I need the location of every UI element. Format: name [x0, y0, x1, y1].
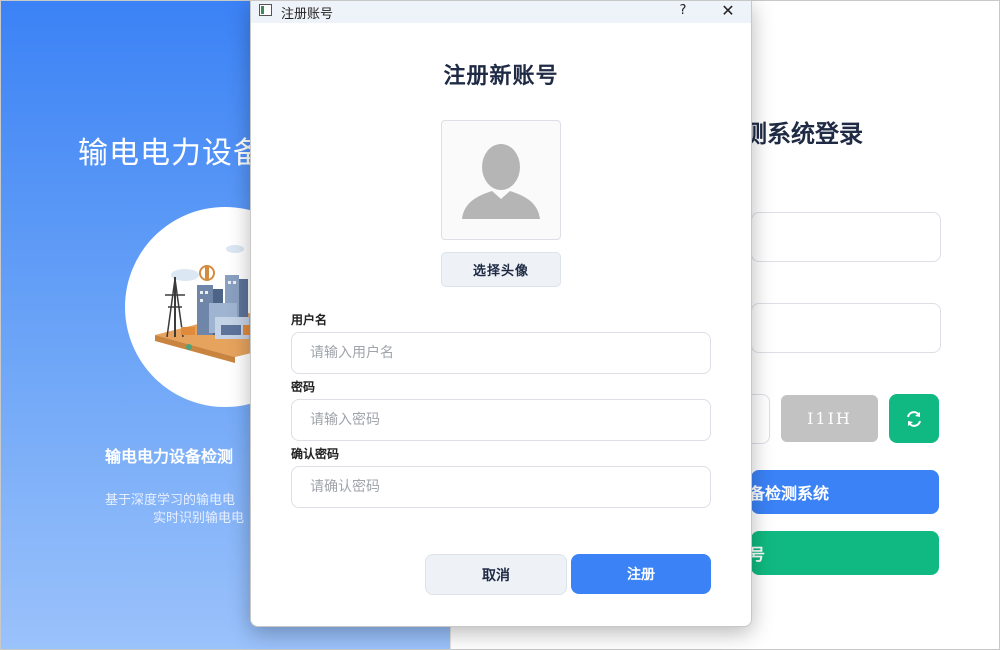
refresh-icon — [907, 410, 921, 427]
password-input[interactable] — [291, 399, 711, 441]
avatar-preview[interactable] — [441, 120, 561, 240]
refresh-captcha-button[interactable] — [889, 394, 939, 443]
login-password-field[interactable] — [751, 303, 941, 353]
dialog-heading: 注册新账号 — [443, 63, 559, 89]
username-input[interactable] — [291, 332, 711, 374]
description-line-2: 实时识别输电电 — [153, 511, 245, 526]
login-button-label: 备检测系统 — [751, 484, 830, 503]
dialog-titlebar[interactable]: 注册账号 ? ✕ — [251, 1, 751, 23]
register-button-label: 号 — [751, 545, 766, 564]
captcha-input[interactable] — [751, 394, 770, 444]
login-username-field[interactable] — [751, 212, 941, 262]
confirm-password-label: 确认密码 — [291, 447, 340, 461]
dialog-body: 注册新账号 选择头像 用户名 密码 确认密码 取消 注册 — [251, 27, 751, 626]
description-line-1: 基于深度学习的输电电 — [105, 493, 236, 508]
help-button[interactable]: ? — [673, 2, 693, 22]
confirm-password-input[interactable] — [291, 466, 711, 508]
captcha-image[interactable]: I1IH — [781, 395, 878, 442]
login-title: 测系统登录 — [743, 119, 863, 148]
cancel-button[interactable]: 取消 — [425, 554, 567, 595]
app-title: 输电电力设备 — [78, 136, 264, 171]
password-label: 密码 — [291, 380, 316, 394]
close-icon[interactable]: ✕ — [717, 2, 739, 22]
open-register-button[interactable]: 号 — [751, 531, 939, 575]
dialog-window-title: 注册账号 — [281, 7, 334, 22]
choose-avatar-button[interactable]: 选择头像 — [441, 252, 561, 287]
username-label: 用户名 — [291, 313, 328, 327]
register-dialog: 注册账号 ? ✕ 注册新账号 选择头像 用户名 密码 确认密码 取消 注册 — [250, 0, 752, 627]
user-silhouette-icon — [462, 144, 540, 219]
register-button[interactable]: 注册 — [571, 554, 711, 594]
window-icon — [259, 4, 272, 16]
login-button[interactable]: 备检测系统 — [751, 470, 939, 514]
subtitle: 输电电力设备检测 — [105, 447, 234, 466]
